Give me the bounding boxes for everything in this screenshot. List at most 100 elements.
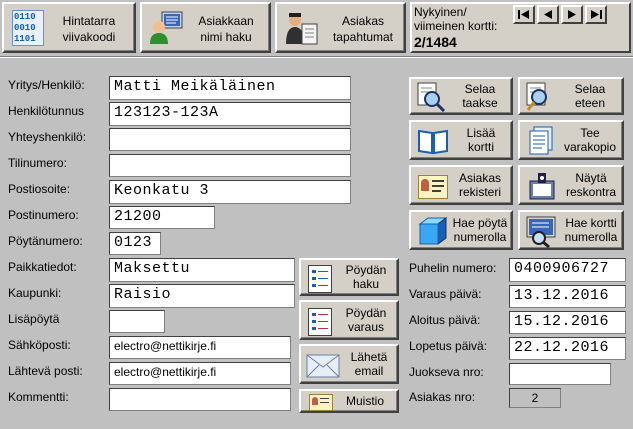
- prev-record-button[interactable]: [537, 5, 559, 24]
- browse-back-button[interactable]: Selaa taakse: [409, 77, 513, 115]
- find-table-label: Hae pöytä numerolla: [452, 216, 508, 244]
- backup-label: Tee varakopio: [563, 126, 617, 154]
- customer-search-icon: [148, 10, 184, 46]
- booking-date-field[interactable]: 13.12.2016: [509, 285, 626, 308]
- phone-field[interactable]: 0400906727: [509, 258, 626, 282]
- address-value: Keonkatu 3: [114, 182, 210, 199]
- show-register-label: Näytä reskontra: [565, 171, 617, 199]
- booking-date-value: 13.12.2016: [514, 287, 610, 304]
- send-email-button[interactable]: Lähetä email: [299, 344, 399, 384]
- company-field[interactable]: Matti Meikäläinen: [109, 76, 351, 100]
- search-icon: [416, 82, 446, 113]
- outgoing-mail-label: Lähtevä posti:: [8, 364, 83, 378]
- company-label: Yritys/Henkilö:: [8, 78, 85, 92]
- last-record-button[interactable]: [585, 5, 607, 24]
- phone-value: 0400906727: [514, 260, 610, 277]
- contact-field[interactable]: [109, 128, 351, 151]
- barcode-icon-text: 0110 0010 1101: [14, 12, 36, 44]
- extra-table-label: Lisäpöytä: [8, 312, 60, 326]
- table-search-label: Pöydän haku: [345, 263, 387, 291]
- backup-button[interactable]: Tee varakopio: [518, 120, 624, 160]
- customer-number-value: 2: [531, 391, 539, 405]
- customer-name-search-button[interactable]: Asiakkaan nimi haku: [140, 2, 271, 53]
- contact-label: Yhteyshenkilö:: [8, 130, 87, 144]
- id-label: Henkilötunnus: [8, 104, 85, 118]
- next-record-button[interactable]: [561, 5, 583, 24]
- memo-button[interactable]: Muistio: [299, 389, 399, 413]
- find-table-button[interactable]: Hae pöytä numerolla: [409, 210, 513, 250]
- location-label: Paikkatiedot:: [8, 260, 77, 274]
- customer-events-button[interactable]: Asiakas tapahtumat: [275, 2, 406, 53]
- browse-forward-button[interactable]: Selaa eteen: [518, 77, 624, 115]
- id-card-icon: [418, 175, 448, 199]
- contact-card-icon: [309, 394, 333, 411]
- show-register-button[interactable]: Näytä reskontra: [518, 165, 624, 205]
- document-icon: [528, 126, 556, 156]
- extra-table-field[interactable]: [109, 310, 165, 333]
- customer-number-field: 2: [509, 388, 561, 408]
- record-panel: Nykyinen/ viimeinen kortti: 2/1484: [410, 2, 631, 53]
- customer-events-icon: [283, 10, 319, 46]
- postal-value: 21200: [114, 208, 162, 225]
- table-search-button[interactable]: Pöydän haku: [299, 258, 399, 296]
- address-field[interactable]: Keonkatu 3: [109, 180, 351, 204]
- customer-register-button[interactable]: Asiakas rekisteri: [409, 165, 513, 205]
- location-field[interactable]: Maksettu: [109, 258, 295, 282]
- running-number-field[interactable]: [509, 363, 611, 385]
- table-booking-button[interactable]: Pöydän varaus: [299, 300, 399, 340]
- table-number-label: Pöytänumero:: [8, 234, 83, 248]
- postal-field[interactable]: 21200: [109, 206, 215, 229]
- booking-date-label: Varaus päivä:: [409, 287, 482, 301]
- table-number-field[interactable]: 0123: [109, 232, 161, 255]
- company-value: Matti Meikäläinen: [114, 78, 276, 95]
- add-card-button[interactable]: Lisää kortti: [409, 120, 513, 160]
- outgoing-mail-field[interactable]: electro@nettikirje.fi: [109, 362, 291, 385]
- send-email-label: Lähetä email: [350, 350, 388, 378]
- list-icon: [308, 265, 332, 293]
- customer-number-label: Asiakas nro:: [409, 390, 476, 404]
- city-value: Raisio: [114, 286, 172, 303]
- prev-record-icon: [544, 10, 552, 19]
- booking-list-icon: [308, 308, 332, 336]
- first-record-icon: [518, 10, 529, 19]
- cube-icon: [416, 216, 448, 246]
- outgoing-mail-value: electro@nettikirje.fi: [114, 365, 217, 379]
- location-value: Maksettu: [114, 260, 191, 277]
- find-card-label: Hae kortti numerolla: [564, 216, 618, 244]
- memo-label: Muistio: [345, 394, 384, 408]
- browse-back-label: Selaa taakse: [462, 82, 498, 110]
- browse-forward-label: Selaa eteen: [574, 82, 606, 110]
- monitor-search-icon: [525, 216, 557, 249]
- find-card-button[interactable]: Hae kortti numerolla: [518, 210, 624, 250]
- end-date-label: Lopetus päivä:: [409, 339, 488, 353]
- phone-label: Puhelin numero:: [409, 261, 497, 275]
- table-number-value: 0123: [114, 234, 153, 251]
- start-date-label: Aloitus päivä:: [409, 313, 481, 327]
- id-value: 123123-123A: [114, 104, 219, 121]
- account-field[interactable]: [109, 154, 351, 177]
- table-booking-label: Pöydän varaus: [345, 306, 387, 334]
- first-record-button[interactable]: [513, 5, 535, 24]
- record-label: Nykyinen/ viimeinen kortti:: [414, 5, 498, 33]
- barcode-button-label: Hintatarra viivakoodi: [62, 14, 116, 44]
- next-record-icon: [568, 10, 576, 19]
- start-date-value: 15.12.2016: [514, 313, 610, 330]
- email-label: Sähköposti:: [8, 338, 71, 352]
- magnifier-icon: [525, 82, 555, 112]
- barcode-icon: 0110 0010 1101: [12, 10, 44, 46]
- city-field[interactable]: Raisio: [109, 284, 295, 308]
- comment-field[interactable]: [109, 388, 291, 411]
- email-field[interactable]: electro@nettikirje.fi: [109, 336, 291, 359]
- customer-events-label: Asiakas tapahtumat: [332, 14, 394, 44]
- postal-label: Postinumero:: [8, 208, 79, 222]
- last-record-icon: [591, 10, 602, 19]
- end-date-field[interactable]: 22.12.2016: [509, 337, 626, 360]
- customer-name-search-label: Asiakkaan nimi haku: [198, 14, 254, 44]
- barcode-button[interactable]: 0110 0010 1101 Hintatarra viivakoodi: [2, 2, 136, 53]
- start-date-field[interactable]: 15.12.2016: [509, 311, 626, 334]
- running-number-label: Juokseva nro:: [409, 365, 484, 379]
- add-card-label: Lisää kortti: [466, 126, 496, 154]
- id-field[interactable]: 123123-123A: [109, 102, 351, 126]
- toolbar-separator: [0, 56, 633, 58]
- book-icon: [417, 127, 449, 155]
